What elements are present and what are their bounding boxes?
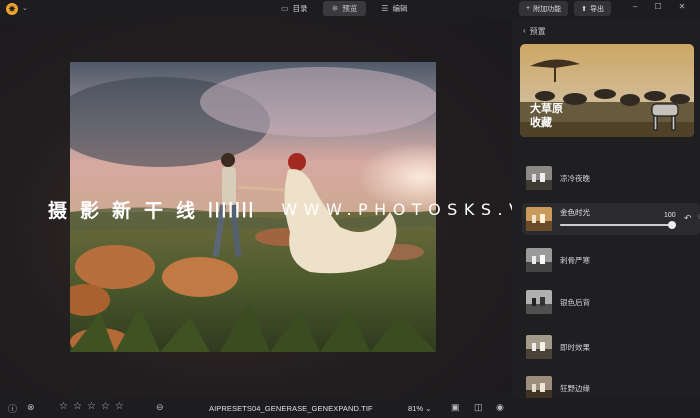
export-button[interactable]: ⬆ 导出 bbox=[574, 1, 611, 16]
file-name: AIPRESETS04_GENERASE_GENEXPAND.TIF bbox=[209, 404, 373, 413]
preset-label: 银色后背 bbox=[560, 297, 590, 307]
preset-item[interactable]: 刺骨严寒 bbox=[526, 246, 696, 274]
preset-label: 凉冷夜晚 bbox=[560, 173, 590, 183]
window-controls: – ☐ ✕ bbox=[633, 2, 685, 11]
star-icon[interactable]: ☆ bbox=[101, 401, 110, 412]
preset-actions: ↶ ♡ bbox=[684, 213, 700, 224]
preset-item-selected[interactable]: 金色时光 100 ↶ ♡ bbox=[522, 203, 700, 235]
preset-label: 狂野边缘 bbox=[560, 383, 590, 393]
preset-item[interactable]: 凉冷夜晚 bbox=[526, 164, 696, 192]
mode-switcher: ▭ 目录 ⁜ 预览 ☰ 编辑 bbox=[272, 1, 416, 16]
star-icon[interactable]: ☆ bbox=[115, 401, 124, 412]
info-icon[interactable]: ⓘ bbox=[8, 402, 17, 415]
collection-title-line2: 收藏 bbox=[530, 116, 552, 129]
preset-thumbnail bbox=[526, 248, 552, 272]
preset-thumbnail bbox=[526, 290, 552, 314]
maximize-icon[interactable]: ☐ bbox=[654, 2, 661, 11]
collection-title-line1: 大草原 bbox=[530, 102, 563, 115]
tab-edit-label: 编辑 bbox=[392, 4, 408, 13]
amount-slider-handle[interactable] bbox=[668, 221, 676, 229]
close-icon[interactable]: ✕ bbox=[679, 2, 686, 11]
split-view-icon[interactable]: ◫ bbox=[474, 402, 483, 413]
top-bar: ✷ ⌄ ▭ 目录 ⁜ 预览 ☰ 编辑 + 附加功能 ⬆ 导出 – ☐ ✕ bbox=[0, 0, 700, 18]
amount-slider-fill bbox=[560, 224, 672, 226]
back-to-presets[interactable]: ‹ 预置 bbox=[523, 26, 546, 37]
star-icon[interactable]: ☆ bbox=[59, 401, 68, 412]
plus-icon: + bbox=[526, 5, 531, 12]
preset-thumbnail bbox=[526, 207, 552, 231]
sliders-icon: ☰ bbox=[381, 4, 389, 13]
preset-controls: 金色时光 100 ↶ ♡ bbox=[560, 203, 700, 235]
tab-edit[interactable]: ☰ 编辑 bbox=[372, 1, 416, 16]
back-label: 预置 bbox=[529, 27, 546, 36]
zoom-value: 81% bbox=[408, 404, 424, 413]
preset-thumbnail bbox=[526, 335, 552, 359]
tab-catalog[interactable]: ▭ 目录 bbox=[272, 1, 317, 16]
zoom-level[interactable]: 81% ⌄ bbox=[408, 404, 431, 413]
clear-rating-icon[interactable]: ⊖ bbox=[156, 402, 164, 413]
chevron-down-icon: ⌄ bbox=[425, 404, 432, 413]
star-icon[interactable]: ☆ bbox=[87, 401, 96, 412]
undo-icon[interactable]: ↶ bbox=[684, 213, 692, 224]
eye-icon[interactable]: ◉ bbox=[496, 402, 504, 413]
watermark-chinese: 摄影新干线 bbox=[48, 199, 209, 222]
preset-label: 即时效果 bbox=[560, 342, 590, 352]
watermark-bars: ||||||| bbox=[208, 199, 256, 218]
addons-label: 附加功能 bbox=[533, 5, 562, 13]
app-menu-chevron-icon[interactable]: ⌄ bbox=[22, 4, 28, 12]
app-logo-icon[interactable]: ✷ bbox=[6, 3, 18, 15]
compare-icon[interactable]: ▣ bbox=[451, 402, 460, 413]
bottom-bar: ⓘ ⊗ ☆ ☆ ☆ ☆ ☆ ⊖ AIPRESETS04_GENERASE_GEN… bbox=[0, 398, 700, 418]
preset-thumbnail bbox=[526, 166, 552, 190]
addons-button[interactable]: + 附加功能 bbox=[519, 1, 569, 16]
star-rating: ☆ ☆ ☆ ☆ ☆ bbox=[59, 401, 124, 412]
preset-label: 刺骨严寒 bbox=[560, 255, 590, 265]
preset-thumbnail bbox=[526, 376, 552, 400]
preview-icon: ⁜ bbox=[331, 4, 339, 13]
preset-amount-value: 100 bbox=[664, 212, 676, 219]
tab-preview-label: 预览 bbox=[342, 4, 358, 13]
upload-icon: ⬆ bbox=[581, 5, 587, 13]
export-label: 导出 bbox=[589, 5, 604, 13]
tab-catalog-label: 目录 bbox=[292, 4, 308, 13]
collection-title: 大草原 收藏 bbox=[530, 102, 563, 130]
preset-item[interactable]: 即时效果 bbox=[526, 333, 696, 361]
presets-panel: ‹ 预置 大草原 收藏 凉冷夜晚 金色时光 100 ↶ 刺骨严寒 银色后背 即时… bbox=[512, 18, 700, 400]
preset-item[interactable]: 银色后背 bbox=[526, 288, 696, 316]
star-icon[interactable]: ☆ bbox=[73, 401, 82, 412]
reject-icon[interactable]: ⊗ bbox=[27, 402, 35, 413]
preset-label: 金色时光 bbox=[560, 208, 590, 217]
minimize-icon[interactable]: – bbox=[633, 2, 637, 11]
folder-icon: ▭ bbox=[281, 4, 289, 13]
collection-banner[interactable]: 大草原 收藏 bbox=[520, 44, 694, 137]
tab-preview[interactable]: ⁜ 预览 bbox=[322, 1, 367, 16]
chevron-left-icon: ‹ bbox=[523, 26, 526, 35]
